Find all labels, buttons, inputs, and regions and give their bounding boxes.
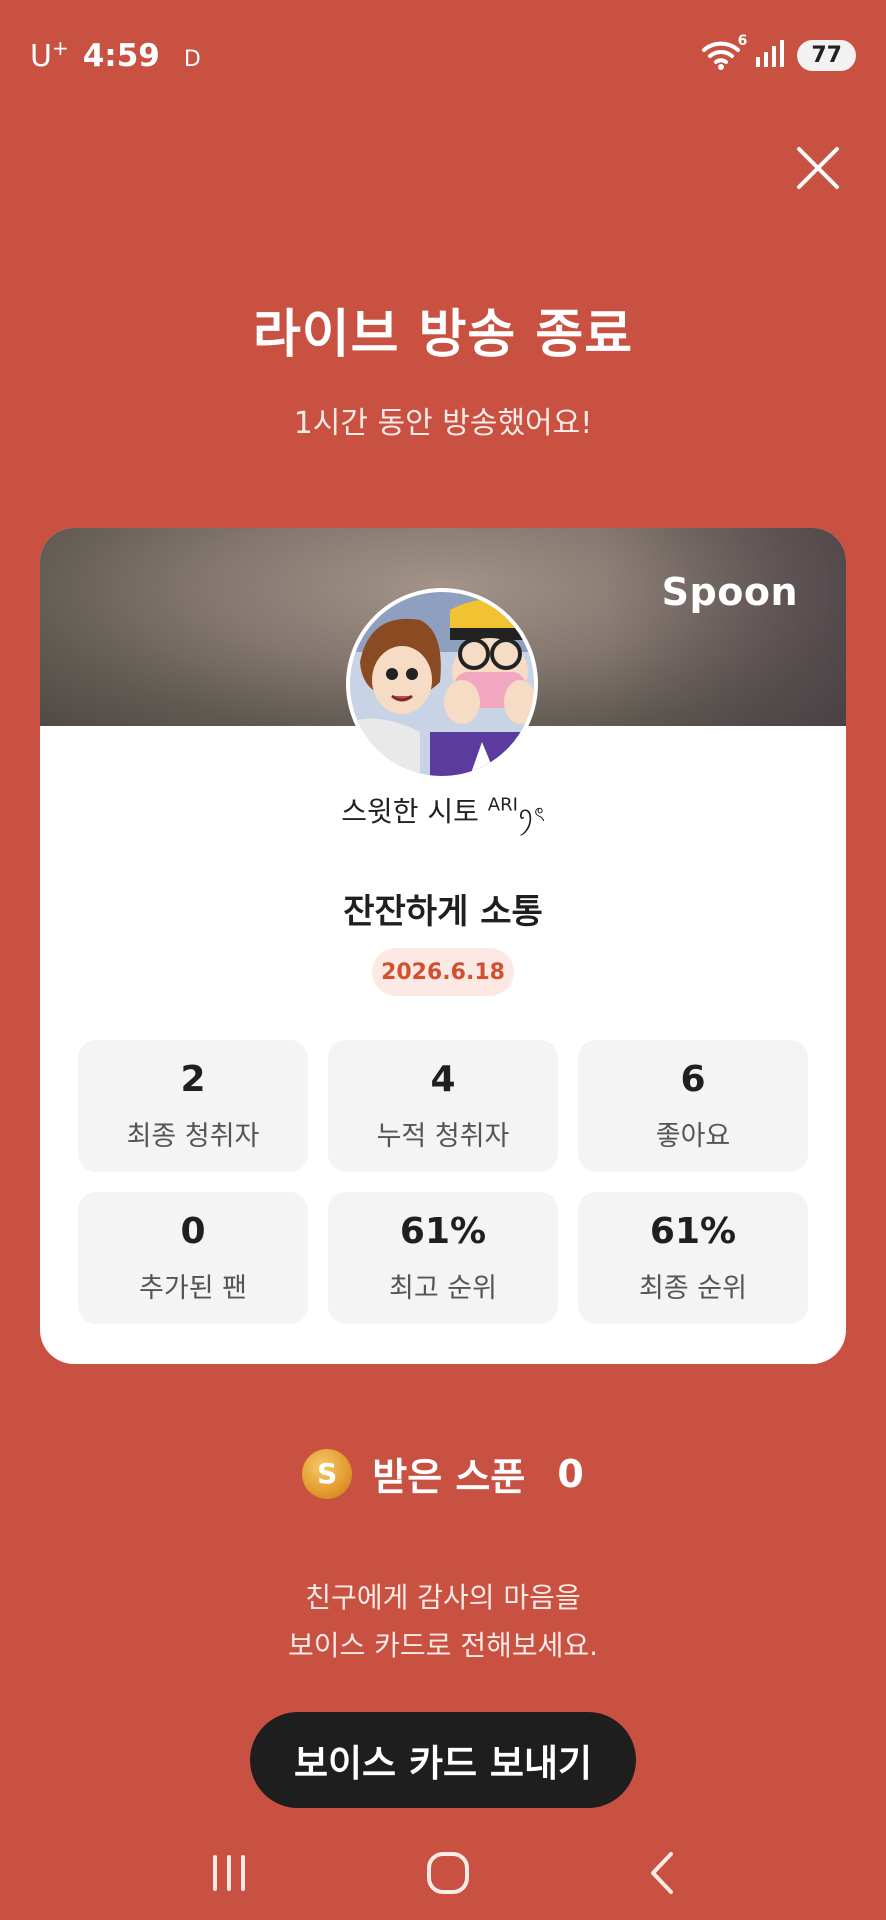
wifi-icon: 6 (701, 33, 747, 71)
stat-likes: 6 좋아요 (578, 1040, 808, 1172)
clock: 4:59 (82, 38, 160, 74)
status-right: 6 77 (701, 33, 856, 71)
stat-value: 61% (399, 1211, 487, 1252)
stat-value: 6 (680, 1059, 706, 1100)
close-button[interactable] (790, 140, 846, 196)
recent-apps-button[interactable] (207, 1853, 251, 1897)
home-button[interactable] (425, 1850, 471, 1900)
back-icon (651, 1852, 673, 1894)
send-voice-card-button[interactable]: 보이스 카드 보내기 (250, 1712, 636, 1808)
stat-label: 누적 청취자 (376, 1121, 510, 1152)
close-icon (797, 147, 839, 189)
date-badge: 2026.6.18 (372, 948, 514, 996)
back-button[interactable] (645, 1850, 679, 1900)
avatar-image (350, 592, 534, 776)
stat-value: 4 (430, 1059, 456, 1100)
stat-best-rank: 61% 최고 순위 (328, 1192, 558, 1324)
status-flag: D (183, 47, 201, 72)
status-left: U+ 4:59 D (30, 36, 201, 74)
spoon-coin-icon: S (302, 1448, 353, 1499)
received-spoons-count: 0 (557, 1451, 584, 1496)
battery-indicator: 77 (797, 39, 856, 71)
carrier-label: U+ (30, 36, 69, 74)
recent-apps-icon (213, 1855, 245, 1891)
thanks-message: 친구에게 감사의 마음을 보이스 카드로 전해보세요. (0, 1574, 886, 1670)
signal-icon (755, 39, 785, 71)
broadcast-summary-card: Spoon 스윗한 시토 ARIꪆৎ 잔잔하게 소통 2026.6.18 2 최… (40, 528, 846, 1364)
stat-label: 최종 순위 (639, 1273, 747, 1304)
stat-new-fans: 0 추가된 팬 (78, 1192, 308, 1324)
home-icon (427, 1852, 469, 1894)
stat-label: 최종 청취자 (126, 1121, 260, 1152)
avatar (346, 588, 538, 780)
stat-value: 61% (649, 1211, 737, 1252)
thanks-line-2: 보이스 카드로 전해보세요. (287, 1629, 599, 1662)
stat-label: 최고 순위 (389, 1273, 497, 1304)
stat-label: 추가된 팬 (139, 1273, 247, 1304)
system-nav-bar (0, 1830, 886, 1920)
broadcast-title: 잔잔하게 소통 (343, 892, 543, 932)
username: 스윗한 시토 ARIꪆৎ (341, 794, 545, 828)
broadcast-duration: 1시간 동안 방송했어요! (293, 406, 593, 441)
brand-logo: Spoon (661, 570, 798, 614)
stat-value: 0 (180, 1211, 206, 1252)
received-spoons-label: 받은 스푼 (372, 1455, 526, 1499)
thanks-line-1: 친구에게 감사의 마음을 (305, 1581, 581, 1614)
stat-label: 좋아요 (655, 1121, 731, 1152)
stat-total-listeners: 4 누적 청취자 (328, 1040, 558, 1172)
page-title: 라이브 방송 종료 (252, 305, 634, 365)
stat-final-listeners: 2 최종 청취자 (78, 1040, 308, 1172)
received-spoons: S 받은 스푼 0 (0, 1446, 886, 1501)
stat-value: 2 (180, 1059, 206, 1100)
stats-grid: 2 최종 청취자 4 누적 청취자 6 좋아요 0 추가된 팬 61% 최고 순… (78, 1040, 808, 1324)
wifi-badge: 6 (737, 33, 748, 49)
stat-final-rank: 61% 최종 순위 (578, 1192, 808, 1324)
status-bar: U+ 4:59 D 6 77 (0, 0, 886, 110)
